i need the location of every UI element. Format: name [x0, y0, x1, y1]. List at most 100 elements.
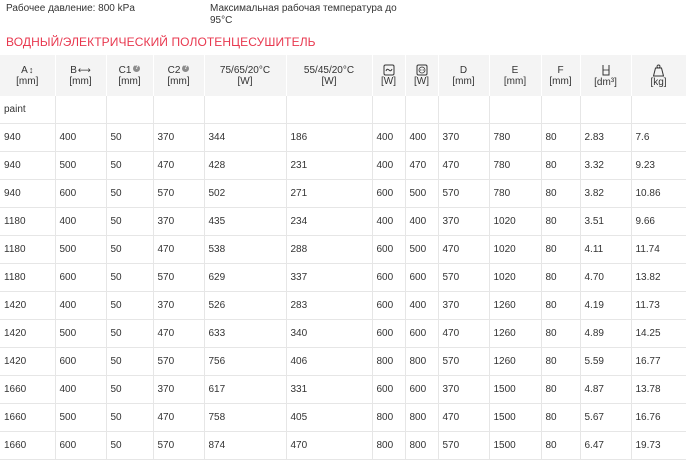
- cell-c1: 50: [106, 263, 154, 292]
- header-mass: [kg]: [631, 55, 687, 96]
- cell-power-1: 800: [372, 347, 406, 376]
- cell-d: 470: [438, 403, 490, 432]
- table-row: 1420 600 50 570 756 406 800 800 570 1260 80 5.59 16.…: [0, 347, 686, 376]
- cell-b: 600: [55, 263, 107, 292]
- cell-e: 780: [489, 123, 542, 152]
- group-label: paint: [0, 96, 56, 124]
- volume-container-icon: [602, 64, 609, 75]
- header-volume: [dm³]: [580, 55, 632, 96]
- cell-d: 570: [438, 431, 490, 460]
- cell-e: 780: [489, 179, 542, 208]
- cell-c1: 50: [106, 319, 154, 348]
- cell-c2: 570: [153, 431, 205, 460]
- header-d: D [mm]: [438, 55, 490, 96]
- cell-d: 370: [438, 291, 490, 320]
- cell-f: 80: [541, 403, 581, 432]
- cell-f: 80: [541, 179, 581, 208]
- cell-a: 1660: [0, 431, 56, 460]
- cell-volume: 4.87: [580, 375, 632, 404]
- cell-d: 370: [438, 207, 490, 236]
- cell-f: 80: [541, 151, 581, 180]
- cell-power-2: 600: [405, 319, 439, 348]
- cell-mass: 10.86: [631, 179, 686, 208]
- cell-power-1: 600: [372, 291, 406, 320]
- cell-c1: 50: [106, 431, 154, 460]
- header-b: B⟷ [mm]: [55, 55, 107, 96]
- cell-e: 780: [489, 151, 542, 180]
- cell-power-2: 800: [405, 403, 439, 432]
- cell-volume: 3.51: [580, 207, 632, 236]
- cell-power-2: 600: [405, 263, 439, 292]
- cell-d: 370: [438, 123, 490, 152]
- cell-power-2: 500: [405, 179, 439, 208]
- cell-power-55: 231: [286, 151, 373, 180]
- cell-volume: 4.89: [580, 319, 632, 348]
- cell-volume: 4.11: [580, 235, 632, 264]
- cell-power-2: 400: [405, 123, 439, 152]
- cell-b: 600: [55, 179, 107, 208]
- cell-power-1: 800: [372, 431, 406, 460]
- cell-c1: 50: [106, 403, 154, 432]
- cell-e: 1020: [489, 207, 542, 236]
- cell-power-75: 526: [204, 291, 287, 320]
- cell-power-75: 538: [204, 235, 287, 264]
- cell-mass: 13.78: [631, 375, 686, 404]
- cell-d: 570: [438, 263, 490, 292]
- header-a: A↕ [mm]: [0, 55, 56, 96]
- cell-f: 80: [541, 431, 581, 460]
- table-row: 940 400 50 370 344 186 400 400 370 780 80 2.83 7.6: [0, 123, 686, 152]
- cell-c1: 50: [106, 123, 154, 152]
- table-row: 1180 600 50 570 629 337 600 600 570 1020 80 4.70 13.…: [0, 263, 686, 292]
- cell-f: 80: [541, 375, 581, 404]
- cell-mass: 16.77: [631, 347, 686, 376]
- working-pressure: Рабочее давление: 800 kPa: [6, 3, 135, 14]
- cell-power-1: 400: [372, 207, 406, 236]
- table-row: 1660 500 50 470 758 405 800 800 470 1500 80 5.67 16.…: [0, 403, 686, 432]
- specs-table: A↕ [mm] B⟷ [mm] C1? [mm] C2? [mm] 75/65/…: [0, 55, 687, 460]
- cell-power-75: 428: [204, 151, 287, 180]
- cell-power-1: 400: [372, 123, 406, 152]
- cell-a: 940: [0, 151, 56, 180]
- cell-mass: 14.25: [631, 319, 686, 348]
- cell-c2: 470: [153, 235, 205, 264]
- cell-power-55: 340: [286, 319, 373, 348]
- cell-c2: 470: [153, 319, 205, 348]
- header-power-1: [W]: [372, 55, 406, 96]
- horizontal-arrow-icon: ⟷: [77, 64, 91, 75]
- cell-c2: 570: [153, 179, 205, 208]
- cell-f: 80: [541, 291, 581, 320]
- cell-e: 1500: [489, 403, 542, 432]
- info-icon[interactable]: ?: [133, 64, 141, 72]
- cell-b: 400: [55, 291, 107, 320]
- cell-power-75: 874: [204, 431, 287, 460]
- cell-power-75: 502: [204, 179, 287, 208]
- cell-c2: 370: [153, 207, 205, 236]
- table-row: 1420 500 50 470 633 340 600 600 470 1260 80 4.89 14.…: [0, 319, 686, 348]
- cell-power-1: 600: [372, 235, 406, 264]
- cell-b: 500: [55, 235, 107, 264]
- cell-d: 370: [438, 375, 490, 404]
- cell-power-55: 470: [286, 431, 373, 460]
- cell-volume: 6.47: [580, 431, 632, 460]
- table-row: 940 500 50 470 428 231 400 470 470 780 80 3.32 9.23: [0, 151, 686, 180]
- cell-power-55: 186: [286, 123, 373, 152]
- cell-c1: 50: [106, 291, 154, 320]
- cell-power-55: 406: [286, 347, 373, 376]
- cell-a: 940: [0, 179, 56, 208]
- cell-c2: 470: [153, 151, 205, 180]
- cell-volume: 5.59: [580, 347, 632, 376]
- cell-a: 1180: [0, 207, 56, 236]
- header-power-2: [W]: [405, 55, 439, 96]
- cell-power-55: 405: [286, 403, 373, 432]
- cell-f: 80: [541, 123, 581, 152]
- cell-a: 940: [0, 123, 56, 152]
- cell-power-2: 800: [405, 347, 439, 376]
- cell-e: 1020: [489, 263, 542, 292]
- cell-b: 600: [55, 431, 107, 460]
- info-icon[interactable]: ?: [182, 64, 190, 72]
- vertical-arrow-icon: ↕: [28, 64, 34, 75]
- cell-e: 1500: [489, 375, 542, 404]
- cell-volume: 3.82: [580, 179, 632, 208]
- table-row: 1180 500 50 470 538 288 600 500 470 1020 80 4.11 11.…: [0, 235, 686, 264]
- cell-b: 500: [55, 151, 107, 180]
